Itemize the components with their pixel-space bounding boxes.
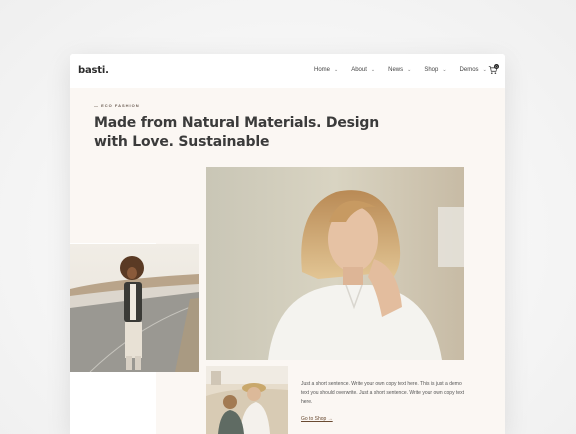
nav-item-shop[interactable]: Shop ⌄ bbox=[424, 67, 446, 73]
hero-headline: Made from Natural Materials. Design with… bbox=[94, 115, 379, 150]
hero-eyebrow: — ECO FASHION bbox=[94, 103, 140, 108]
main-nav: Home ⌄ About ⌄ News ⌄ Shop ⌄ Demos ⌄ bbox=[314, 67, 487, 73]
chevron-down-icon: ⌄ bbox=[482, 67, 487, 73]
site-logo[interactable]: basti. bbox=[78, 65, 109, 76]
nav-item-about[interactable]: About ⌄ bbox=[351, 67, 375, 73]
lifestyle-thumbnail-image bbox=[206, 366, 288, 434]
hero-portrait-image bbox=[206, 167, 464, 360]
nav-item-news[interactable]: News ⌄ bbox=[388, 67, 411, 73]
hero-background-left bbox=[70, 88, 156, 243]
go-to-shop-link[interactable]: Go to Shop → bbox=[301, 416, 333, 422]
nav-item-label: Shop bbox=[424, 67, 439, 73]
chevron-down-icon: ⌄ bbox=[370, 67, 376, 73]
nav-item-label: About bbox=[351, 67, 367, 73]
site-header: basti. Home ⌄ About ⌄ News ⌄ Shop ⌄ Demo… bbox=[70, 54, 505, 88]
website-preview-card: basti. Home ⌄ About ⌄ News ⌄ Shop ⌄ Demo… bbox=[70, 54, 505, 434]
nav-item-demos[interactable]: Demos ⌄ bbox=[460, 67, 487, 73]
intro-paragraph: Just a short sentence. Write your own co… bbox=[301, 381, 465, 405]
chevron-down-icon: ⌄ bbox=[442, 67, 447, 73]
model-on-road-image bbox=[70, 244, 199, 372]
nav-item-label: News bbox=[388, 67, 404, 73]
page-background: basti. Home ⌄ About ⌄ News ⌄ Shop ⌄ Demo… bbox=[0, 0, 576, 434]
cart-count-badge: 0 bbox=[494, 64, 499, 69]
chevron-down-icon: ⌄ bbox=[334, 67, 339, 73]
nav-item-label: Home bbox=[314, 67, 331, 73]
chevron-down-icon: ⌄ bbox=[407, 67, 412, 73]
nav-item-label: Demos bbox=[459, 67, 479, 73]
nav-item-home[interactable]: Home ⌄ bbox=[314, 67, 338, 73]
